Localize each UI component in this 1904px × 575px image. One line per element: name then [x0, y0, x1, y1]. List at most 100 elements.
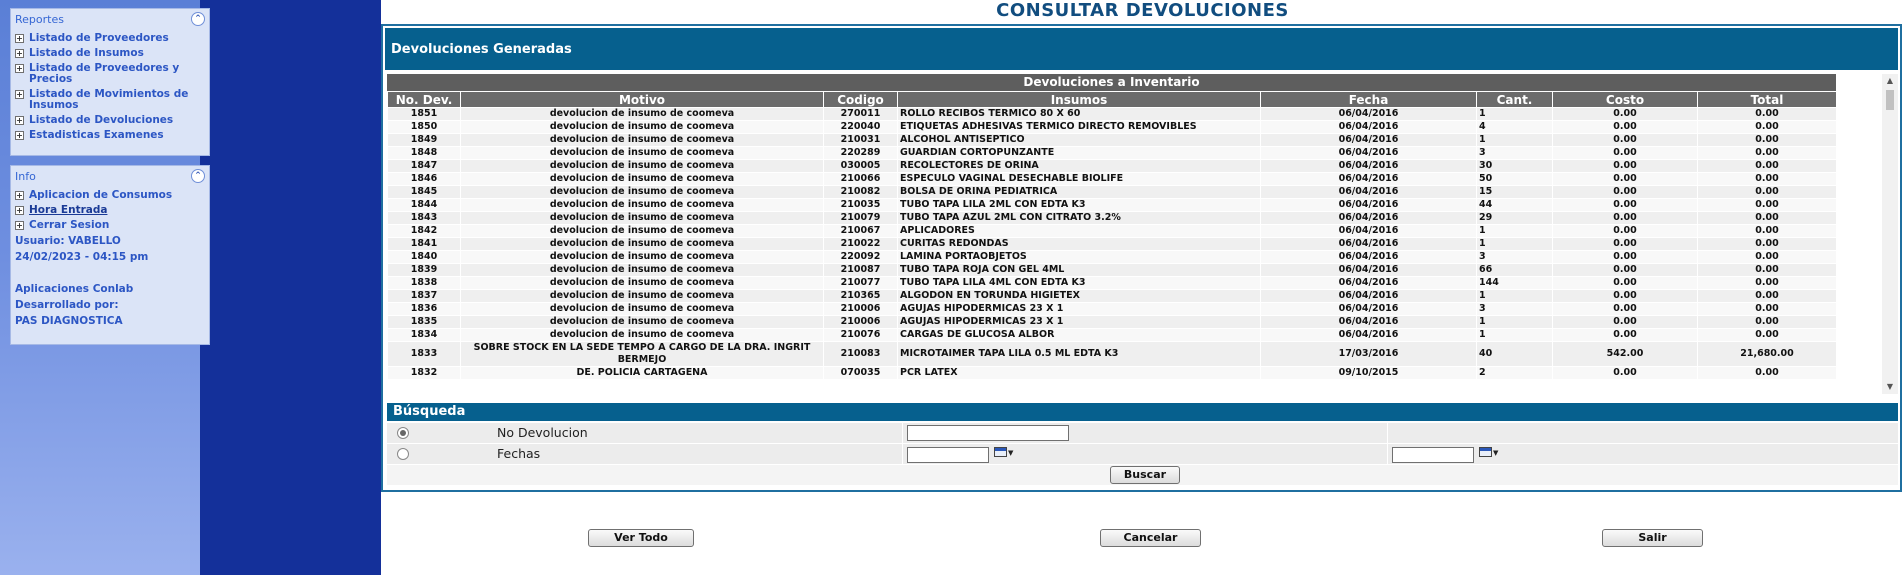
table-cell: devolucion de insumo de coomeva [460, 250, 824, 264]
info-panel-header[interactable]: Info ⌃ [11, 166, 209, 188]
calendar-to-button[interactable]: ▼ [1479, 446, 1504, 461]
table-cell: 210067 [823, 224, 898, 238]
table-row[interactable]: 1836 devolucion de insumo de coomeva 21000… [387, 302, 1837, 316]
sidebar-item-estadisticas-examenes[interactable]: + Estadisticas Examenes [11, 128, 209, 143]
table-cell: devolucion de insumo de coomeva [460, 276, 824, 290]
sidebar-item-aplicacion-consumos[interactable]: + Aplicacion de Consumos [11, 188, 209, 203]
column-header[interactable]: Codigo [823, 91, 898, 108]
sidebar-item-label: Cerrar Sesion [29, 219, 110, 231]
table-row[interactable]: 1833 SOBRE STOCK EN LA SEDE TEMPO A CARGO… [387, 341, 1837, 367]
table-row[interactable]: 1835 devolucion de insumo de coomeva 21000… [387, 315, 1837, 329]
sidebar-item-listado-devoluciones[interactable]: + Listado de Devoluciones [11, 113, 209, 128]
collapse-up-icon[interactable]: ⌃ [191, 12, 205, 26]
table-cell: 030005 [823, 159, 898, 173]
table-cell: 0.00 [1552, 328, 1698, 342]
table-cell: 270011 [823, 107, 898, 121]
collapse-up-icon[interactable]: ⌃ [191, 169, 205, 183]
column-header[interactable]: Motivo [460, 91, 824, 108]
table-row[interactable]: 1837 devolucion de insumo de coomeva 21036… [387, 289, 1837, 303]
table-row[interactable]: 1846 devolucion de insumo de coomeva 21006… [387, 172, 1837, 186]
user-info: Usuario: VABELLO [15, 235, 121, 247]
reports-panel-header[interactable]: Reportes ⌃ [11, 9, 209, 31]
date-from-input[interactable] [907, 447, 989, 463]
table-cell: 06/04/2016 [1260, 159, 1477, 173]
table-cell: 1847 [387, 159, 461, 173]
view-all-button[interactable]: Ver Todo [588, 529, 694, 547]
sidebar-item-label: Listado de Proveedores [29, 32, 169, 44]
table-row[interactable]: 1842 devolucion de insumo de coomeva 21006… [387, 224, 1837, 238]
column-header[interactable]: Fecha [1260, 91, 1477, 108]
table-cell: 06/04/2016 [1260, 250, 1477, 264]
table-cell: 1842 [387, 224, 461, 238]
caret-down-icon: ▼ [1008, 449, 1014, 457]
table-cell: 1834 [387, 328, 461, 342]
table-cell: devolucion de insumo de coomeva [460, 302, 824, 316]
grid-scrollbar[interactable]: ▲ ▼ [1882, 74, 1898, 394]
table-cell: 144 [1476, 276, 1553, 290]
table-row[interactable]: 1850 devolucion de insumo de coomeva 22004… [387, 120, 1837, 134]
column-header[interactable]: Costo [1552, 91, 1698, 108]
table-row[interactable]: 1847 devolucion de insumo de coomeva 03000… [387, 159, 1837, 173]
column-header[interactable]: Cant. [1476, 91, 1553, 108]
table-row[interactable]: 1834 devolucion de insumo de coomeva 21007… [387, 328, 1837, 342]
table-cell: devolucion de insumo de coomeva [460, 211, 824, 225]
table-cell: ETIQUETAS ADHESIVAS TERMICO DIRECTO REMO… [897, 120, 1261, 134]
returns-grid-container[interactable]: Devoluciones a Inventario No. Dev. Motiv… [387, 74, 1898, 394]
table-row[interactable]: 1851 devolucion de insumo de coomeva 27001… [387, 107, 1837, 121]
table-row[interactable]: 1841 devolucion de insumo de coomeva 21002… [387, 237, 1837, 251]
table-cell: 1 [1476, 107, 1553, 121]
table-cell: 1841 [387, 237, 461, 251]
radio-no-devolucion[interactable] [397, 427, 409, 439]
column-header[interactable]: No. Dev. [387, 91, 461, 108]
table-cell: 1843 [387, 211, 461, 225]
column-header[interactable]: Insumos [897, 91, 1261, 108]
reports-panel-title: Reportes [15, 13, 64, 26]
scroll-down-arrow-icon[interactable]: ▼ [1882, 380, 1898, 394]
table-cell: 1848 [387, 146, 461, 160]
table-cell: 1832 [387, 366, 461, 380]
table-cell: 1836 [387, 302, 461, 316]
table-cell: devolucion de insumo de coomeva [460, 224, 824, 238]
table-row[interactable]: 1838 devolucion de insumo de coomeva 21007… [387, 276, 1837, 290]
table-cell: 0.00 [1697, 107, 1837, 121]
table-row[interactable]: 1840 devolucion de insumo de coomeva 22009… [387, 250, 1837, 264]
table-cell: devolucion de insumo de coomeva [460, 198, 824, 212]
date-to-input[interactable] [1392, 447, 1474, 463]
table-row[interactable]: 1843 devolucion de insumo de coomeva 21007… [387, 211, 1837, 225]
table-cell: 66 [1476, 263, 1553, 277]
table-row[interactable]: 1844 devolucion de insumo de coomeva 21003… [387, 198, 1837, 212]
table-cell: 0.00 [1552, 237, 1698, 251]
table-cell: 0.00 [1552, 289, 1698, 303]
table-cell: 0.00 [1697, 172, 1837, 186]
no-devolucion-input[interactable] [907, 425, 1069, 441]
sidebar-item-proveedores-precios[interactable]: + Listado de Proveedores y Precios [11, 61, 209, 87]
search-button[interactable]: Buscar [1110, 466, 1180, 484]
plus-icon: + [15, 131, 24, 140]
table-cell: 3 [1476, 250, 1553, 264]
sidebar-item-cerrar-sesion[interactable]: + Cerrar Sesion [11, 218, 209, 233]
scroll-thumb[interactable] [1886, 90, 1894, 110]
table-cell: 210031 [823, 133, 898, 147]
table-cell: 0.00 [1697, 366, 1837, 380]
sidebar-item-hora-entrada[interactable]: + Hora Entrada [11, 203, 209, 218]
table-cell: 0.00 [1697, 146, 1837, 160]
table-row[interactable]: 1849 devolucion de insumo de coomeva 21003… [387, 133, 1837, 147]
table-cell: 3 [1476, 302, 1553, 316]
table-row[interactable]: 1848 devolucion de insumo de coomeva 22028… [387, 146, 1837, 160]
scroll-up-arrow-icon[interactable]: ▲ [1882, 74, 1898, 88]
sidebar-item-listado-proveedores[interactable]: + Listado de Proveedores [11, 31, 209, 46]
table-cell: 0.00 [1697, 315, 1837, 329]
exit-button[interactable]: Salir [1602, 529, 1703, 547]
calendar-from-button[interactable]: ▼ [994, 446, 1019, 461]
table-row[interactable]: 1845 devolucion de insumo de coomeva 21008… [387, 185, 1837, 199]
radio-fechas[interactable] [397, 448, 409, 460]
plus-icon: + [15, 206, 24, 215]
column-header[interactable]: Total [1697, 91, 1837, 108]
table-row[interactable]: 1832 DE. POLICIA CARTAGENA 070035 PCR LATEX… [387, 366, 1837, 380]
sidebar-item-movimientos-insumos[interactable]: + Listado de Movimientos de Insumos [11, 87, 209, 113]
table-row[interactable]: 1839 devolucion de insumo de coomeva 21008… [387, 263, 1837, 277]
cancel-button[interactable]: Cancelar [1100, 529, 1201, 547]
table-cell: ALGODON EN TORUNDA HIGIETEX [897, 289, 1261, 303]
sidebar-item-listado-insumos[interactable]: + Listado de Insumos [11, 46, 209, 61]
